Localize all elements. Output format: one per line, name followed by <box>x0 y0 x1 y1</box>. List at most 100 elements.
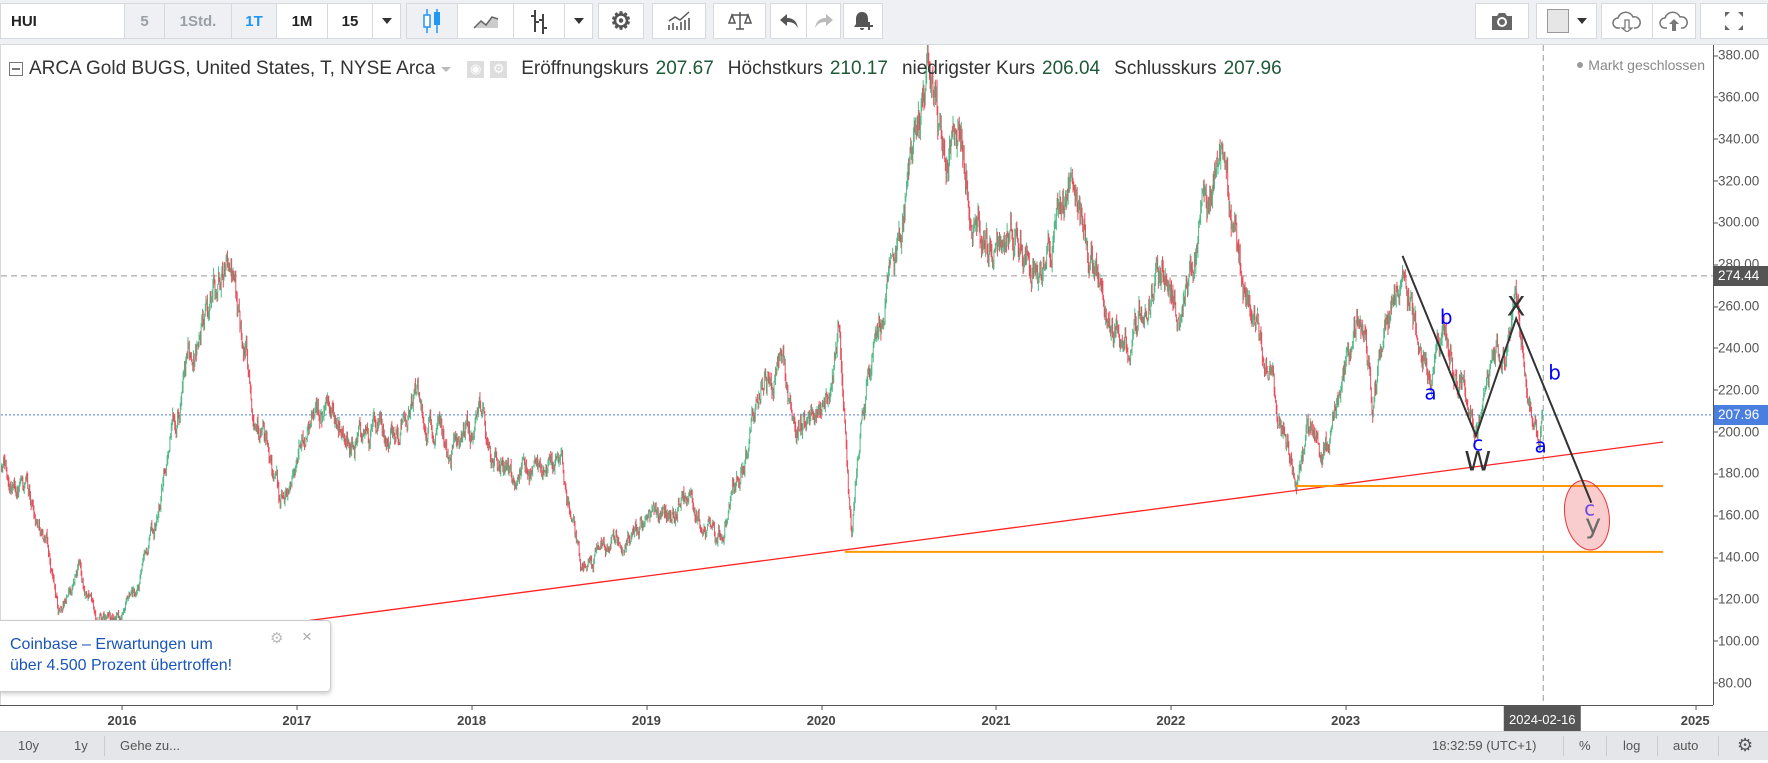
bars-icon <box>531 10 547 34</box>
market-status-text: Markt geschlossen <box>1588 57 1705 73</box>
color-theme-button[interactable] <box>1536 3 1597 39</box>
price-tick-label: 380.00 <box>1713 47 1760 63</box>
fullscreen-button[interactable] <box>1700 3 1768 39</box>
interval-1d[interactable]: 1T <box>231 3 277 39</box>
visibility-icon[interactable]: ◉ <box>467 60 485 78</box>
compare-icon <box>727 12 752 30</box>
cloud-download-icon <box>1612 11 1641 32</box>
settings-button[interactable]: ⚙ <box>598 3 644 39</box>
log-scale-toggle[interactable]: log <box>1623 738 1640 753</box>
wave-path <box>1401 255 1593 504</box>
bottom-bar: 10y 1y Gehe zu... 18:32:59 (UTC+1) % log… <box>0 731 1768 760</box>
close-value: 207.96 <box>1223 58 1282 79</box>
gear-icon[interactable]: ⚙ <box>490 60 508 78</box>
interval-1m[interactable]: 1M <box>276 3 328 39</box>
clock-timezone[interactable]: 18:32:59 (UTC+1) <box>1432 738 1536 753</box>
price-tick-label: 340.00 <box>1713 131 1760 147</box>
line-chart-icon <box>472 16 498 29</box>
price-axis[interactable]: 380.00 360.00 340.00 320.00 300.00 280.00 260.… <box>1713 45 1768 705</box>
undo-button[interactable] <box>770 3 807 39</box>
chevron-down-icon[interactable] <box>441 66 452 72</box>
percent-scale-toggle[interactable]: % <box>1579 738 1591 753</box>
time-tick-label: 2023 <box>1331 706 1361 728</box>
range-10y-button[interactable]: 10y <box>18 738 39 753</box>
redo-button[interactable] <box>806 3 841 39</box>
close-label: Schlusskurs <box>1114 58 1217 79</box>
chart-pane[interactable]: bacWXbacy ARCA Gold BUGS, United States,… <box>0 45 1713 705</box>
market-status: Markt geschlossen <box>1577 57 1705 73</box>
redo-icon <box>814 14 833 28</box>
wave-label: a <box>1424 380 1436 404</box>
series-title[interactable]: ARCA Gold BUGS, United States, T, NYSE A… <box>29 58 435 80</box>
news-line-2[interactable]: über 4.500 Prozent übertroffen! <box>10 655 232 676</box>
snapshot-button[interactable] <box>1475 3 1529 39</box>
alert-icon <box>854 12 873 30</box>
price-chart[interactable]: bacWXbacy <box>1 45 1713 705</box>
candles-icon <box>423 9 440 33</box>
wave-label: b <box>1548 361 1561 385</box>
wave-label: W <box>1464 446 1491 477</box>
price-tick-label: 300.00 <box>1713 214 1760 230</box>
symbol-text: HUI <box>11 12 37 30</box>
time-tick-label: 2022 <box>1156 706 1186 728</box>
price-line-label: 207.96 <box>1714 404 1768 425</box>
indicators-icon <box>668 11 690 30</box>
price-tick-label: 140.00 <box>1713 549 1760 565</box>
chart-type-candles-button[interactable] <box>406 3 458 39</box>
status-dot-icon <box>1577 62 1584 68</box>
compare-button[interactable] <box>713 3 766 39</box>
indicators-button[interactable] <box>652 3 706 39</box>
interval-1h[interactable]: 1Std. <box>164 3 232 39</box>
high-value: 210.17 <box>829 58 888 79</box>
close-icon[interactable]: × <box>302 627 312 647</box>
chevron-down-icon <box>1576 18 1587 24</box>
news-headline[interactable]: Coinbase – Erwartungen um über 4.500 Proz… <box>10 634 232 676</box>
divider <box>1606 736 1607 756</box>
interval-15[interactable]: 15 <box>327 3 373 39</box>
low-value: 206.04 <box>1042 58 1101 79</box>
symbol-input[interactable]: HUI <box>0 3 125 39</box>
price-tick-label: 160.00 <box>1713 507 1760 523</box>
range-1y-button[interactable]: 1y <box>74 738 88 753</box>
camera-icon <box>1492 13 1512 30</box>
news-popup[interactable]: Coinbase – Erwartungen um über 4.500 Proz… <box>0 620 331 692</box>
divider <box>1718 736 1719 756</box>
price-tick-label: 360.00 <box>1713 89 1760 105</box>
price-tick-label: 100.00 <box>1713 633 1760 649</box>
interval-dropdown[interactable] <box>372 3 401 39</box>
series-legend: ARCA Gold BUGS, United States, T, NYSE A… <box>9 58 1282 80</box>
collapse-icon[interactable] <box>9 62 23 76</box>
wave-label: a <box>1534 434 1546 458</box>
chart-type-area-button[interactable] <box>457 3 514 39</box>
chevron-down-icon <box>381 18 392 24</box>
gear-icon[interactable]: ⚙ <box>1737 735 1753 756</box>
price-tick-label: 80.00 <box>1714 675 1752 691</box>
news-line-1[interactable]: Coinbase – Erwartungen um <box>10 634 232 655</box>
save-layout-button[interactable] <box>1652 3 1696 39</box>
price-tick-label: 220.00 <box>1713 382 1760 398</box>
alert-button[interactable] <box>843 3 883 39</box>
divider <box>1657 736 1658 756</box>
time-tick-label: 2021 <box>981 706 1011 728</box>
gear-icon[interactable]: ⚙ <box>270 629 283 647</box>
chevron-down-icon <box>573 18 584 24</box>
load-layout-button[interactable] <box>1601 3 1653 39</box>
trendline <box>282 441 1664 625</box>
time-tick-label: 2018 <box>457 706 487 728</box>
interval-5[interactable]: 5 <box>124 3 165 39</box>
time-tick-label: 2020 <box>806 706 836 728</box>
high-label: Höchstkurs <box>727 58 823 79</box>
price-tick-label: 320.00 <box>1713 173 1760 189</box>
fullscreen-icon <box>1725 12 1743 30</box>
cloud-upload-icon <box>1659 11 1688 31</box>
price-tick-label: 180.00 <box>1713 465 1760 481</box>
price-tick-label: 200.00 <box>1713 424 1760 440</box>
goto-date-button[interactable]: Gehe zu... <box>120 738 180 753</box>
undo-icon <box>779 14 798 28</box>
crosshair-date-label: 2024-02-16 <box>1504 706 1581 732</box>
time-tick-label: 2017 <box>282 706 312 728</box>
chart-type-bars-button[interactable] <box>513 3 565 39</box>
time-axis[interactable]: 2016 2017 2018 2019 2020 2021 2022 2023 2025 2024… <box>0 705 1713 732</box>
auto-scale-toggle[interactable]: auto <box>1673 738 1698 753</box>
chart-type-dropdown[interactable] <box>564 3 593 39</box>
